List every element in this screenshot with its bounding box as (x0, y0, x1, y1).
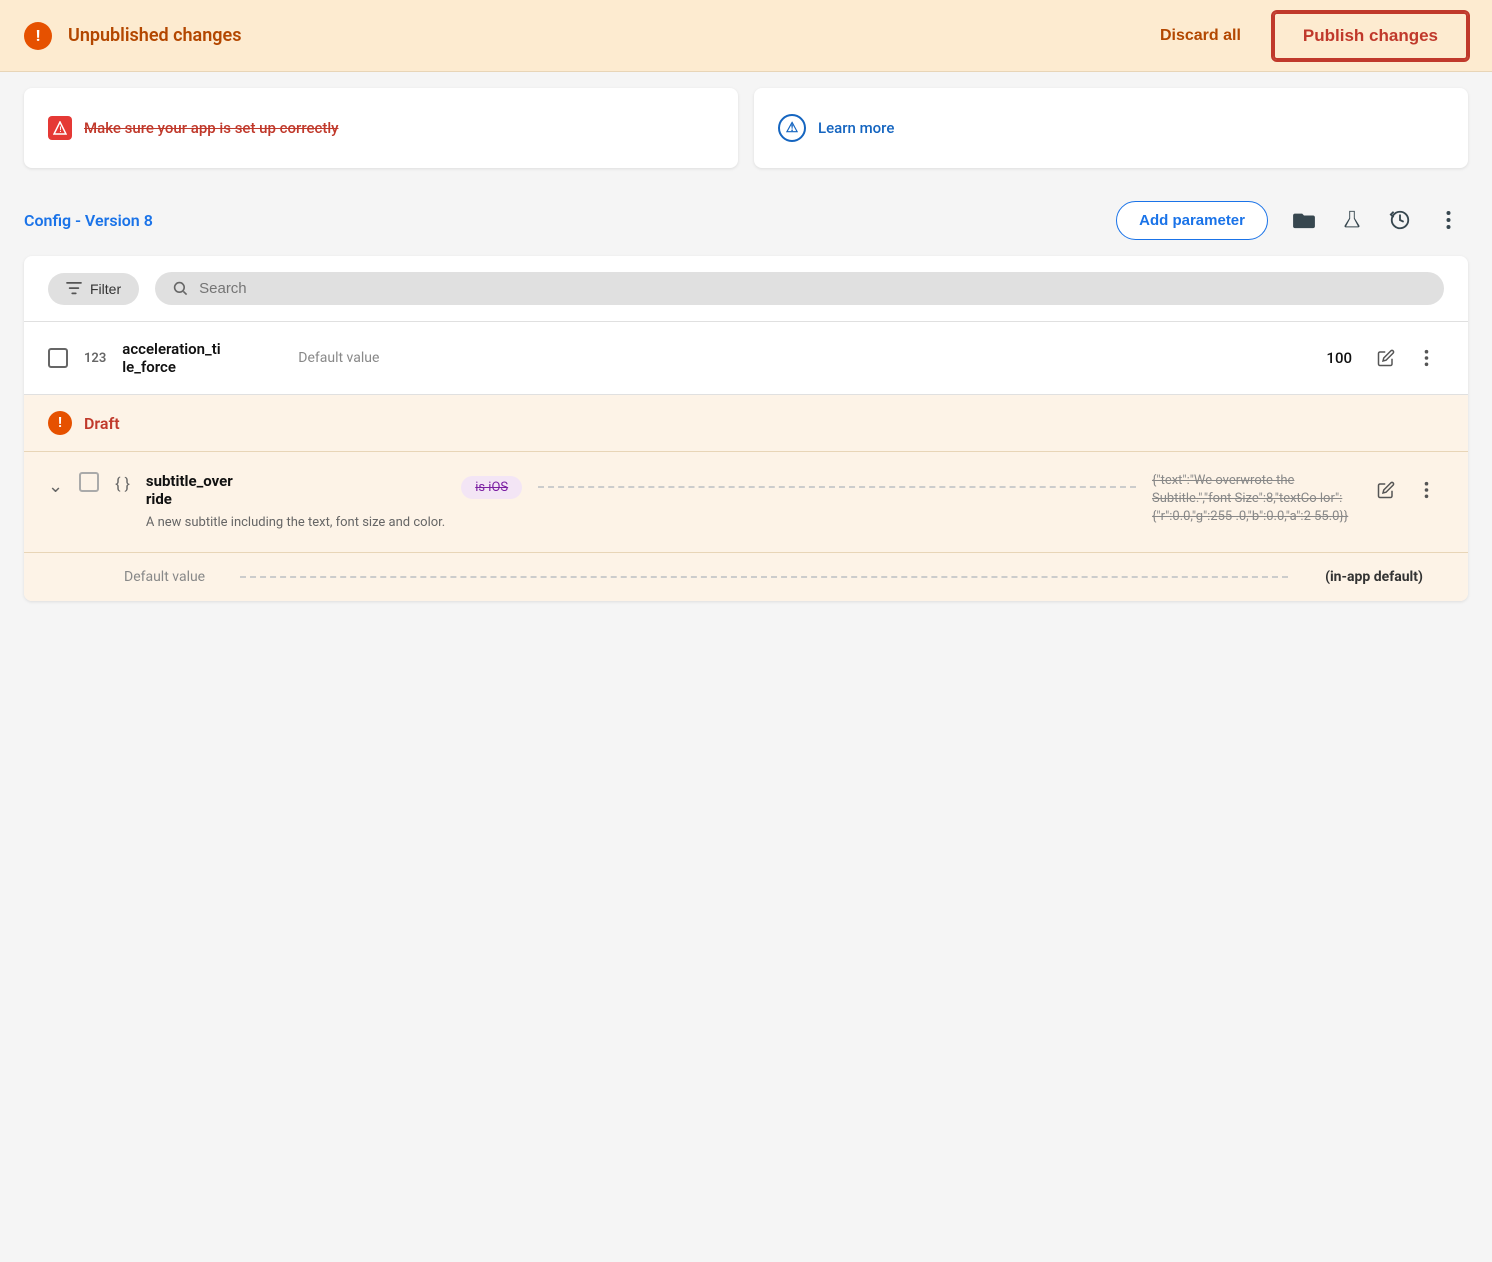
cards-row: ! Make sure your app is set up correctly… (0, 72, 1492, 184)
param-value: 100 (1272, 349, 1352, 367)
row-actions (1368, 340, 1444, 376)
default-dashed-line (240, 576, 1288, 578)
type-badge: 123 (84, 351, 106, 366)
unpublished-banner: ! Unpublished changes Discard all Publis… (0, 0, 1492, 72)
default-value: (in-app default) (1304, 569, 1444, 585)
warning-icon: ! (24, 22, 52, 50)
json-type-badge: { } (115, 474, 130, 493)
learn-more-card: ⚠ Learn more (754, 88, 1468, 168)
draft-warning-icon: ! (48, 411, 72, 435)
more-icon-button[interactable] (1408, 340, 1444, 376)
draft-label: Draft (84, 414, 120, 433)
config-version-label: Config - Version 8 (24, 211, 1100, 230)
more-vert-icon-button[interactable] (1428, 200, 1468, 240)
filter-search-bar: Filter (24, 256, 1468, 322)
filter-label: Filter (90, 281, 121, 297)
learn-more-text[interactable]: Learn more (818, 119, 894, 137)
draft-row-checkbox[interactable] (79, 472, 99, 492)
config-header: Config - Version 8 Add parameter (0, 184, 1492, 256)
history-icon-button[interactable] (1380, 200, 1420, 240)
draft-more-icon-button[interactable] (1408, 472, 1444, 508)
main-content: Filter 123 acceleration_tile_force Defau… (24, 256, 1468, 601)
row-checkbox[interactable] (48, 348, 68, 368)
draft-param-name: subtitle_override (146, 472, 445, 508)
toolbar-icons (1284, 200, 1468, 240)
search-icon (173, 281, 189, 297)
condition-tag: is iOS (461, 476, 522, 499)
chevron-down-icon[interactable]: ⌄ (48, 476, 63, 497)
setup-warning-icon: ! (48, 116, 72, 140)
folder-icon-button[interactable] (1284, 200, 1324, 240)
search-bar (155, 272, 1444, 305)
draft-param-desc: A new subtitle including the text, font … (146, 514, 445, 532)
table-row: 123 acceleration_tile_force Default valu… (24, 322, 1468, 395)
param-name: acceleration_tile_force (122, 340, 282, 376)
draft-param-row: ⌄ { } subtitle_override A new subtitle i… (24, 452, 1468, 553)
flask-icon-button[interactable] (1332, 200, 1372, 240)
draft-edit-icon-button[interactable] (1368, 472, 1404, 508)
draft-header: ! Draft (24, 395, 1468, 452)
add-parameter-button[interactable]: Add parameter (1116, 201, 1268, 240)
learn-more-icon: ⚠ (778, 114, 806, 142)
draft-strikethrough-value: {"text":"We overwrote the Subtitle.","fo… (1152, 472, 1352, 527)
setup-card: ! Make sure your app is set up correctly (24, 88, 738, 168)
setup-card-text: Make sure your app is set up correctly (84, 119, 339, 137)
default-label: Default value (124, 569, 224, 585)
edit-icon-button[interactable] (1368, 340, 1404, 376)
svg-text:!: ! (60, 126, 62, 134)
banner-title: Unpublished changes (68, 25, 1128, 46)
default-value-row: Default value (in-app default) (24, 553, 1468, 601)
search-input[interactable] (199, 280, 1426, 297)
draft-section: ! Draft ⌄ { } subtitle_override A new su… (24, 395, 1468, 601)
draft-param-info: subtitle_override A new subtitle includi… (146, 472, 445, 532)
param-label: Default value (298, 350, 1256, 366)
discard-all-button[interactable]: Discard all (1144, 19, 1257, 53)
filter-button[interactable]: Filter (48, 273, 139, 305)
draft-row-actions (1368, 472, 1444, 508)
publish-changes-button[interactable]: Publish changes (1273, 12, 1468, 60)
dashed-separator (538, 486, 1136, 488)
